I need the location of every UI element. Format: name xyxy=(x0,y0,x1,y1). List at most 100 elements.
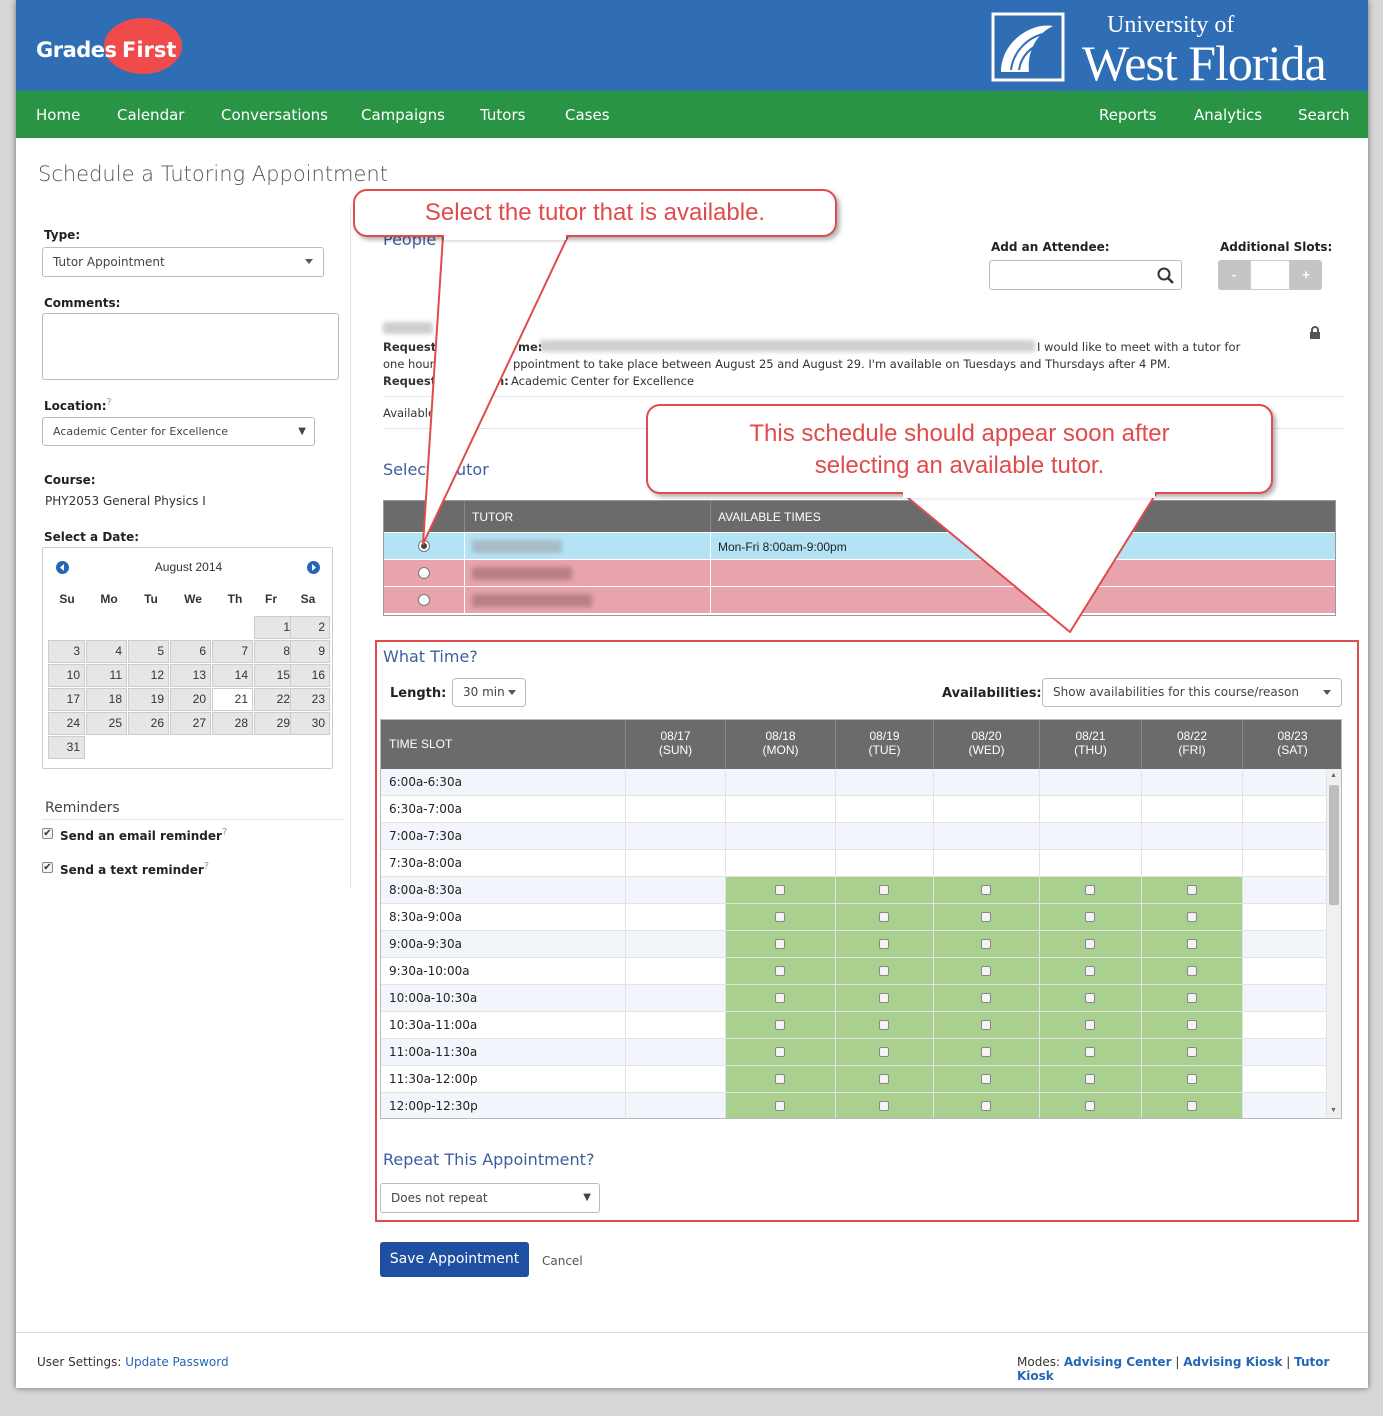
slot-checkbox[interactable] xyxy=(981,993,991,1003)
slot-checkbox[interactable] xyxy=(775,885,785,895)
calendar-day[interactable]: 1 xyxy=(254,616,295,639)
available-slot-cell[interactable] xyxy=(726,1093,836,1118)
slot-checkbox[interactable] xyxy=(879,1074,889,1084)
calendar-day[interactable]: 12 xyxy=(128,664,169,687)
available-slot-cell[interactable] xyxy=(836,985,934,1011)
nav-calendar[interactable]: Calendar xyxy=(117,106,184,124)
calendar-day[interactable]: 9 xyxy=(290,640,330,663)
slot-checkbox[interactable] xyxy=(1186,993,1197,1003)
available-slot-cell[interactable] xyxy=(934,958,1040,984)
update-password-link[interactable]: Update Password xyxy=(125,1355,228,1369)
available-slot-cell[interactable] xyxy=(836,877,934,903)
slot-checkbox[interactable] xyxy=(775,939,785,949)
slot-checkbox[interactable] xyxy=(1085,1047,1095,1057)
available-slot-cell[interactable] xyxy=(1142,985,1243,1011)
calendar-day[interactable]: 25 xyxy=(86,712,127,735)
available-slot-cell[interactable] xyxy=(934,1039,1040,1065)
slot-checkbox[interactable] xyxy=(1186,912,1197,922)
calendar-day[interactable]: 27 xyxy=(170,712,211,735)
slot-checkbox[interactable] xyxy=(879,939,889,949)
available-slot-cell[interactable] xyxy=(836,904,934,930)
calendar-day[interactable]: 2 xyxy=(290,616,330,639)
available-slot-cell[interactable] xyxy=(1142,1093,1243,1118)
available-slot-cell[interactable] xyxy=(1142,877,1243,903)
calendar-day[interactable]: 15 xyxy=(254,664,295,687)
available-slot-cell[interactable] xyxy=(1040,958,1142,984)
slot-checkbox[interactable] xyxy=(1085,1074,1095,1084)
available-slot-cell[interactable] xyxy=(726,904,836,930)
slot-checkbox[interactable] xyxy=(775,1101,785,1111)
repeat-select[interactable]: Does not repeat ▼ xyxy=(380,1183,600,1213)
slot-checkbox[interactable] xyxy=(1186,966,1197,976)
available-slot-cell[interactable] xyxy=(1040,904,1142,930)
calendar-day[interactable]: 18 xyxy=(86,688,127,711)
nav-tutors[interactable]: Tutors xyxy=(480,106,525,124)
slot-checkbox[interactable] xyxy=(879,912,889,922)
calendar-day[interactable]: 14 xyxy=(212,664,253,687)
gradesfirst-logo[interactable]: Grades xyxy=(36,38,117,62)
slot-checkbox[interactable] xyxy=(1186,1074,1197,1084)
slot-checkbox[interactable] xyxy=(1085,885,1095,895)
calendar-day[interactable]: 22 xyxy=(254,688,295,711)
available-slot-cell[interactable] xyxy=(1040,985,1142,1011)
calendar-day[interactable]: 19 xyxy=(128,688,169,711)
calendar-day[interactable]: 10 xyxy=(48,664,85,687)
available-slot-cell[interactable] xyxy=(726,1039,836,1065)
slot-checkbox[interactable] xyxy=(1085,1101,1095,1111)
slot-checkbox[interactable] xyxy=(1085,1020,1095,1030)
available-slot-cell[interactable] xyxy=(836,1093,934,1118)
available-slot-cell[interactable] xyxy=(726,1012,836,1038)
slot-checkbox[interactable] xyxy=(775,1020,785,1030)
tutor-radio[interactable] xyxy=(418,594,430,606)
calendar-day[interactable]: 17 xyxy=(48,688,85,711)
calendar-day[interactable]: 21 xyxy=(212,688,253,711)
calendar-day[interactable]: 6 xyxy=(170,640,211,663)
slot-checkbox[interactable] xyxy=(879,885,889,895)
save-appointment-button[interactable]: Save Appointment xyxy=(380,1242,529,1277)
available-slot-cell[interactable] xyxy=(934,877,1040,903)
slot-checkbox[interactable] xyxy=(1186,1047,1197,1057)
calendar-day[interactable]: 16 xyxy=(290,664,330,687)
available-slot-cell[interactable] xyxy=(1142,958,1243,984)
calendar-day[interactable]: 26 xyxy=(128,712,169,735)
slot-checkbox[interactable] xyxy=(1186,885,1197,895)
available-slot-cell[interactable] xyxy=(1142,1039,1243,1065)
search-icon[interactable] xyxy=(1157,267,1175,285)
calendar-day[interactable]: 3 xyxy=(48,640,85,663)
tutor-row[interactable] xyxy=(384,559,1335,587)
nav-home[interactable]: Home xyxy=(36,106,80,124)
nav-reports[interactable]: Reports xyxy=(1099,106,1157,124)
available-slot-cell[interactable] xyxy=(1040,1039,1142,1065)
available-slot-cell[interactable] xyxy=(1142,904,1243,930)
slot-checkbox[interactable] xyxy=(775,993,785,1003)
available-slot-cell[interactable] xyxy=(1040,1012,1142,1038)
available-slot-cell[interactable] xyxy=(1142,931,1243,957)
slot-checkbox[interactable] xyxy=(981,912,991,922)
available-slot-cell[interactable] xyxy=(1142,1012,1243,1038)
tutor-row[interactable] xyxy=(384,586,1335,614)
slot-checkbox[interactable] xyxy=(1085,966,1095,976)
calendar-day[interactable]: 11 xyxy=(86,664,127,687)
advising-kiosk-link[interactable]: Advising Kiosk xyxy=(1183,1355,1282,1369)
scroll-up-icon[interactable]: ▲ xyxy=(1330,772,1337,779)
slot-checkbox[interactable] xyxy=(981,1074,991,1084)
nav-search[interactable]: Search xyxy=(1298,106,1350,124)
slot-checkbox[interactable] xyxy=(879,1101,889,1111)
cancel-link[interactable]: Cancel xyxy=(542,1254,583,1268)
slot-checkbox[interactable] xyxy=(1085,993,1095,1003)
available-slot-cell[interactable] xyxy=(726,877,836,903)
slot-checkbox[interactable] xyxy=(1186,939,1197,949)
slots-plus-button[interactable]: + xyxy=(1290,260,1322,290)
slot-checkbox[interactable] xyxy=(879,993,889,1003)
advising-center-link[interactable]: Advising Center xyxy=(1064,1355,1172,1369)
calendar-day[interactable]: 7 xyxy=(212,640,253,663)
slots-count-input[interactable] xyxy=(1250,260,1290,290)
slot-checkbox[interactable] xyxy=(981,885,991,895)
calendar-day[interactable]: 29 xyxy=(254,712,295,735)
slot-checkbox[interactable] xyxy=(981,1020,991,1030)
slot-checkbox[interactable] xyxy=(1186,1101,1197,1111)
slot-checkbox[interactable] xyxy=(1186,1020,1197,1030)
available-slot-cell[interactable] xyxy=(836,958,934,984)
text-reminder-checkbox[interactable]: ✔ xyxy=(42,862,53,873)
email-help-icon[interactable]: ? xyxy=(222,827,227,838)
